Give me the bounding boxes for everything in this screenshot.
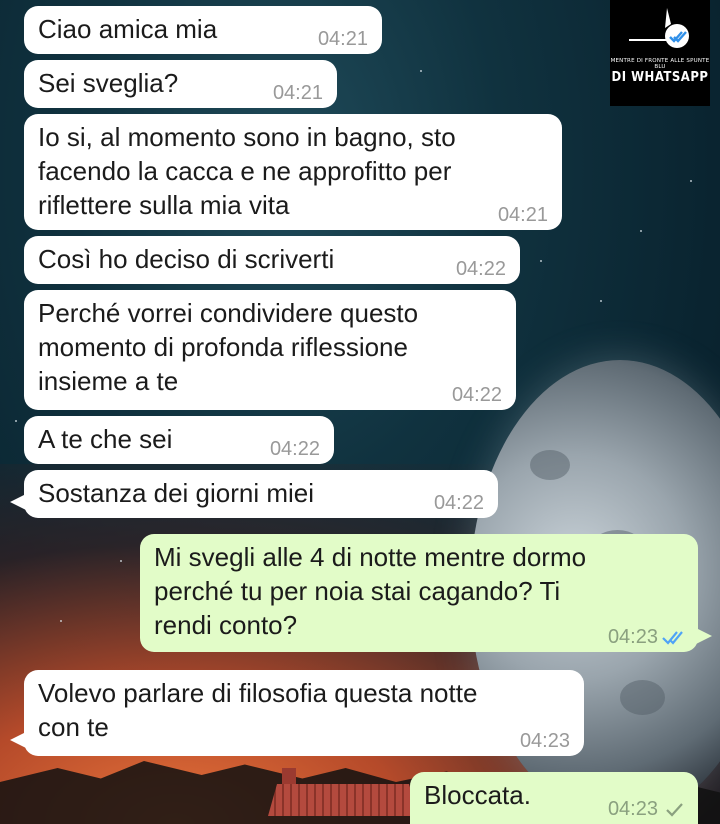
message-time: 04:22 <box>269 438 320 460</box>
message-bubble[interactable]: Sei sveglia? 04:21 <box>24 60 337 108</box>
bubble-tail <box>10 494 26 510</box>
message-bubble-outgoing[interactable]: Bloccata. 04:23 <box>410 772 698 824</box>
message-time: 04:23 <box>519 730 570 752</box>
single-check-sent-icon <box>666 803 683 817</box>
message-bubble[interactable]: A te che sei 04:22 <box>24 416 334 464</box>
message-time: 04:21 <box>497 204 548 226</box>
message-bubble[interactable]: Volevo parlare di filosofia questa notte… <box>10 670 584 756</box>
message-time: 04:22 <box>455 258 506 280</box>
message-bubble[interactable]: Io si, al momento sono in bagno, sto fac… <box>24 114 562 230</box>
message-bubble[interactable]: Sostanza dei giorni miei 04:22 <box>10 470 498 518</box>
message-text: Così ho deciso di scriverti <box>38 244 335 274</box>
message-text: Mi svegli alle 4 di notte mentre dormo p… <box>154 542 587 640</box>
message-time: 04:23 <box>607 626 658 648</box>
message-time: 04:21 <box>272 82 323 104</box>
bubble-tail <box>696 628 712 644</box>
checkmark-logo-icon <box>629 8 689 48</box>
watermark-logo: MENTRE DI FRONTE ALLE SPUNTE BLU DI WHAT… <box>610 0 710 106</box>
message-bubble[interactable]: Perché vorrei condividere questo momento… <box>24 290 516 410</box>
logo-tagline: MENTRE DI FRONTE ALLE SPUNTE BLU <box>610 58 710 70</box>
message-time: 04:22 <box>451 384 502 406</box>
message-text: Volevo parlare di filosofia questa notte… <box>38 678 478 742</box>
message-bubble[interactable]: Così ho deciso di scriverti 04:22 <box>24 236 520 284</box>
message-bubble[interactable]: Ciao amica mia 04:21 <box>24 6 382 54</box>
message-time: 04:21 <box>317 28 368 50</box>
message-bubble-outgoing[interactable]: Mi svegli alle 4 di notte mentre dormo p… <box>140 534 712 652</box>
message-text: Sostanza dei giorni miei <box>38 478 315 508</box>
message-text: Perché vorrei condividere questo momento… <box>38 298 419 396</box>
message-time: 04:23 <box>607 798 658 820</box>
message-text: Io si, al momento sono in bagno, sto fac… <box>38 122 456 220</box>
message-time: 04:22 <box>433 492 484 514</box>
logo-title: DI WHATSAPP <box>611 70 709 85</box>
house-roof <box>268 784 418 816</box>
bubble-tail <box>10 732 26 748</box>
double-check-read-icon <box>662 631 683 645</box>
